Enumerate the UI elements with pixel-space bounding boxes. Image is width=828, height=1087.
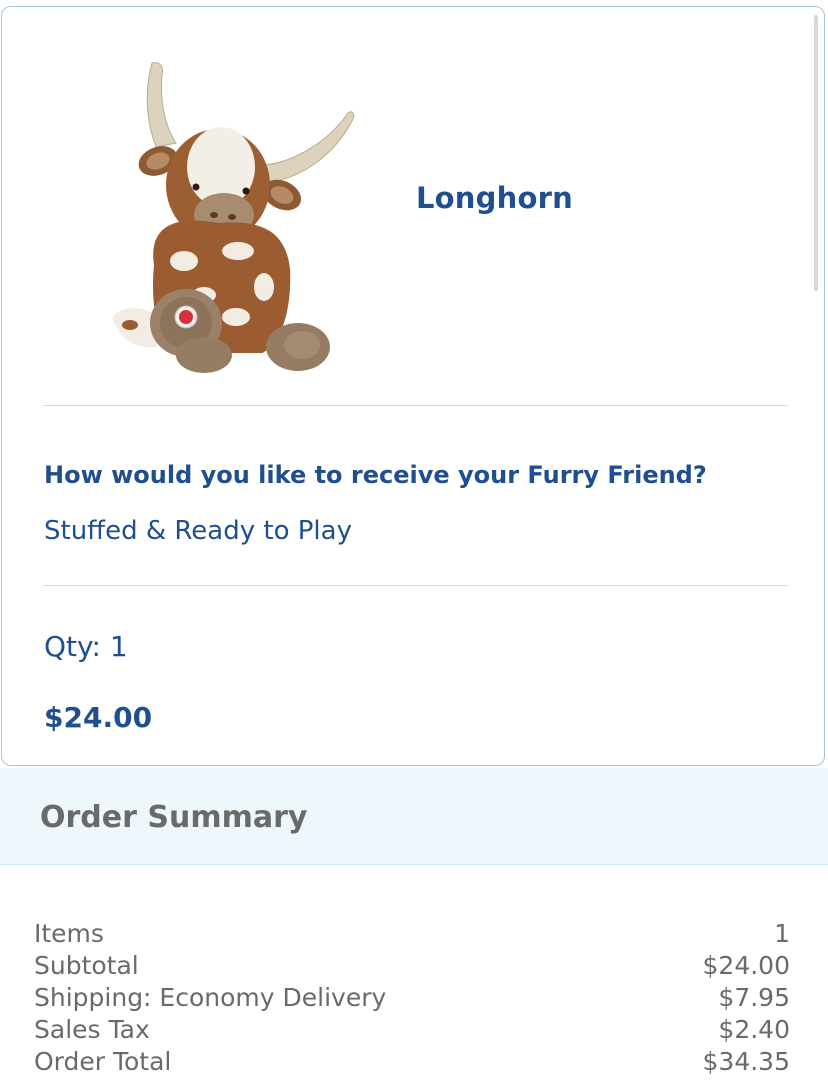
summary-label: Items (34, 919, 104, 948)
order-summary-list: Items 1 Subtotal $24.00 Shipping: Econom… (34, 918, 790, 1078)
product-name[interactable]: Longhorn (416, 181, 573, 215)
divider (43, 405, 788, 406)
scrollbar[interactable] (814, 15, 818, 291)
item-price: $24.00 (44, 701, 153, 734)
summary-value: $2.40 (718, 1015, 790, 1044)
summary-value: $34.35 (702, 1047, 790, 1076)
cart-page: Longhorn How would you like to receive y… (0, 0, 828, 1087)
summary-row-subtotal: Subtotal $24.00 (34, 950, 790, 982)
quantity-label: Qty: 1 (44, 630, 128, 663)
order-summary-header: Order Summary (0, 768, 828, 865)
summary-value: $7.95 (718, 983, 790, 1012)
product-image[interactable] (86, 55, 356, 385)
summary-value: 1 (774, 919, 790, 948)
summary-label: Sales Tax (34, 1015, 150, 1044)
summary-row-sales-tax: Sales Tax $2.40 (34, 1014, 790, 1046)
summary-row-order-total: Order Total $34.35 (34, 1046, 790, 1078)
summary-label: Shipping: Economy Delivery (34, 983, 387, 1012)
summary-label: Order Total (34, 1047, 172, 1076)
summary-label: Subtotal (34, 951, 139, 980)
cart-item-card: Longhorn How would you like to receive y… (1, 6, 825, 766)
summary-value: $24.00 (702, 951, 790, 980)
order-summary-title: Order Summary (40, 800, 308, 835)
summary-row-items: Items 1 (34, 918, 790, 950)
receive-option-answer: Stuffed & Ready to Play (44, 516, 352, 546)
divider (43, 585, 788, 586)
receive-option-question: How would you like to receive your Furry… (44, 461, 707, 489)
summary-row-shipping: Shipping: Economy Delivery $7.95 (34, 982, 790, 1014)
